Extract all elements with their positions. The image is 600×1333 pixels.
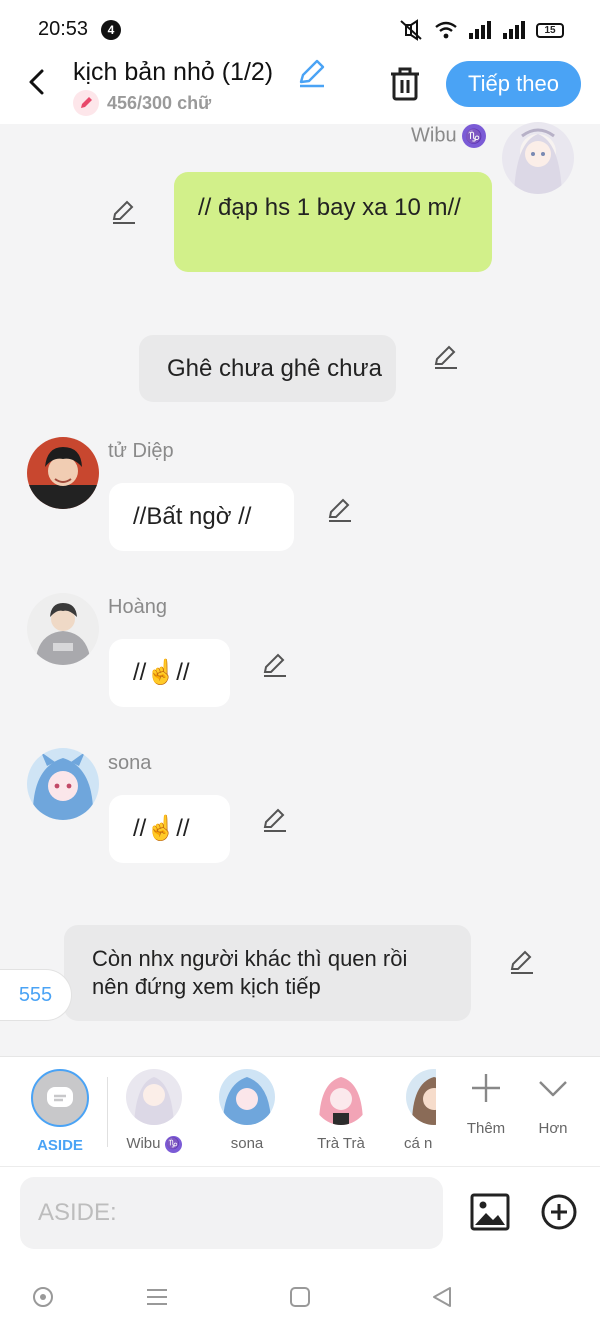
aside-bubble[interactable]: Còn nhx người khác thì quen rồi nên đứng… bbox=[64, 925, 471, 1021]
avatar-tu-diep[interactable] bbox=[27, 437, 99, 509]
edit-message-icon[interactable] bbox=[432, 343, 460, 371]
battery-icon: 15 bbox=[536, 22, 564, 38]
add-circle-icon[interactable] bbox=[540, 1193, 578, 1231]
character-ca[interactable]: cá n bbox=[394, 1069, 436, 1152]
plus-icon bbox=[472, 1074, 500, 1102]
character-wibu[interactable]: Wibu ♑ bbox=[114, 1069, 194, 1153]
next-button[interactable]: Tiếp theo bbox=[446, 61, 581, 107]
character-label: Wibu ♑ bbox=[114, 1135, 194, 1153]
avatar-wibu bbox=[126, 1069, 182, 1125]
more-label: Thêm bbox=[466, 1120, 506, 1137]
status-time: 20:53 bbox=[38, 18, 89, 40]
edit-message-icon[interactable] bbox=[261, 651, 289, 679]
capricorn-icon: ♑ bbox=[164, 1135, 182, 1153]
character-tra-tra[interactable]: Trà Trà bbox=[301, 1069, 381, 1152]
system-nav-bar bbox=[0, 1262, 600, 1333]
word-count-text: 456/300 chữ bbox=[107, 92, 212, 113]
message-bubble[interactable]: //Bất ngờ // bbox=[109, 483, 294, 551]
character-sona[interactable]: sona bbox=[207, 1069, 287, 1152]
back-arrow-icon[interactable] bbox=[24, 68, 52, 96]
avatar-sona bbox=[219, 1069, 275, 1125]
avatar-hoang[interactable] bbox=[27, 593, 99, 665]
page-title: kịch bản nhỏ (1/2) bbox=[73, 58, 274, 86]
message-bubble-user[interactable]: // đạp hs 1 bay xa 10 m// bbox=[174, 172, 492, 272]
menu-icon[interactable] bbox=[144, 1284, 170, 1310]
capricorn-icon: ♑ bbox=[462, 124, 487, 148]
chat-area[interactable]: Wibu ♑ // đạp hs 1 bay xa 10 m// Ghê chư… bbox=[0, 122, 600, 1056]
trash-icon[interactable] bbox=[388, 66, 422, 102]
image-icon[interactable] bbox=[470, 1193, 510, 1231]
character-bar: ASIDE Wibu ♑ sona Trà Trà cá n Thêm Hơn bbox=[0, 1056, 600, 1166]
chevron-down-icon bbox=[539, 1081, 567, 1097]
pencil-badge-icon bbox=[73, 90, 99, 116]
aside-icon bbox=[31, 1069, 89, 1127]
back-icon[interactable] bbox=[429, 1284, 455, 1310]
signal-icon-2 bbox=[503, 21, 525, 39]
side-tag[interactable]: 555 bbox=[0, 969, 72, 1021]
character-label: cá n bbox=[404, 1135, 433, 1152]
avatar-tra-tra bbox=[313, 1069, 369, 1125]
add-character-button[interactable]: Thêm bbox=[458, 1071, 514, 1137]
edit-message-icon[interactable] bbox=[110, 198, 138, 226]
notification-badge: 4 bbox=[101, 20, 121, 40]
status-icons: 15 bbox=[398, 18, 564, 42]
word-count: 456/300 chữ bbox=[73, 90, 211, 116]
sender-name: Hoàng bbox=[108, 596, 167, 618]
sender-name: sona bbox=[108, 752, 152, 774]
character-label: ASIDE bbox=[37, 1137, 83, 1154]
edit-message-icon[interactable] bbox=[508, 948, 536, 976]
status-bar: 20:53 4 15 bbox=[0, 0, 600, 58]
aside-bubble[interactable]: Ghê chưa ghê chưa bbox=[139, 335, 396, 402]
avatar-wibu[interactable] bbox=[502, 122, 574, 194]
avatar-sona[interactable] bbox=[27, 748, 99, 820]
input-bar bbox=[0, 1166, 600, 1262]
message-bubble[interactable]: //☝️// bbox=[109, 795, 230, 863]
edit-title-icon[interactable] bbox=[296, 58, 326, 88]
sender-name-text: Wibu bbox=[411, 124, 457, 147]
character-label-text: Wibu bbox=[126, 1135, 161, 1152]
sender-name: tử Diệp bbox=[108, 440, 174, 462]
wifi-icon bbox=[435, 21, 457, 39]
expand-button[interactable]: Hơn bbox=[526, 1071, 580, 1137]
message-input[interactable] bbox=[20, 1177, 443, 1249]
character-label: Trà Trà bbox=[317, 1135, 365, 1152]
avatar-ca bbox=[406, 1069, 436, 1125]
assistant-icon[interactable] bbox=[30, 1284, 56, 1310]
divider bbox=[107, 1077, 108, 1147]
header: kịch bản nhỏ (1/2) 456/300 chữ Tiếp theo bbox=[0, 58, 600, 124]
sender-name: Wibu ♑ bbox=[411, 124, 487, 148]
home-icon[interactable] bbox=[287, 1284, 313, 1310]
message-bubble[interactable]: //☝️// bbox=[109, 639, 230, 707]
character-label: sona bbox=[230, 1135, 264, 1152]
expand-label: Hơn bbox=[538, 1120, 568, 1137]
edit-message-icon[interactable] bbox=[261, 806, 289, 834]
edit-message-icon[interactable] bbox=[326, 496, 354, 524]
character-aside[interactable]: ASIDE bbox=[20, 1069, 100, 1154]
mute-icon bbox=[400, 19, 422, 41]
signal-icon bbox=[469, 21, 491, 39]
